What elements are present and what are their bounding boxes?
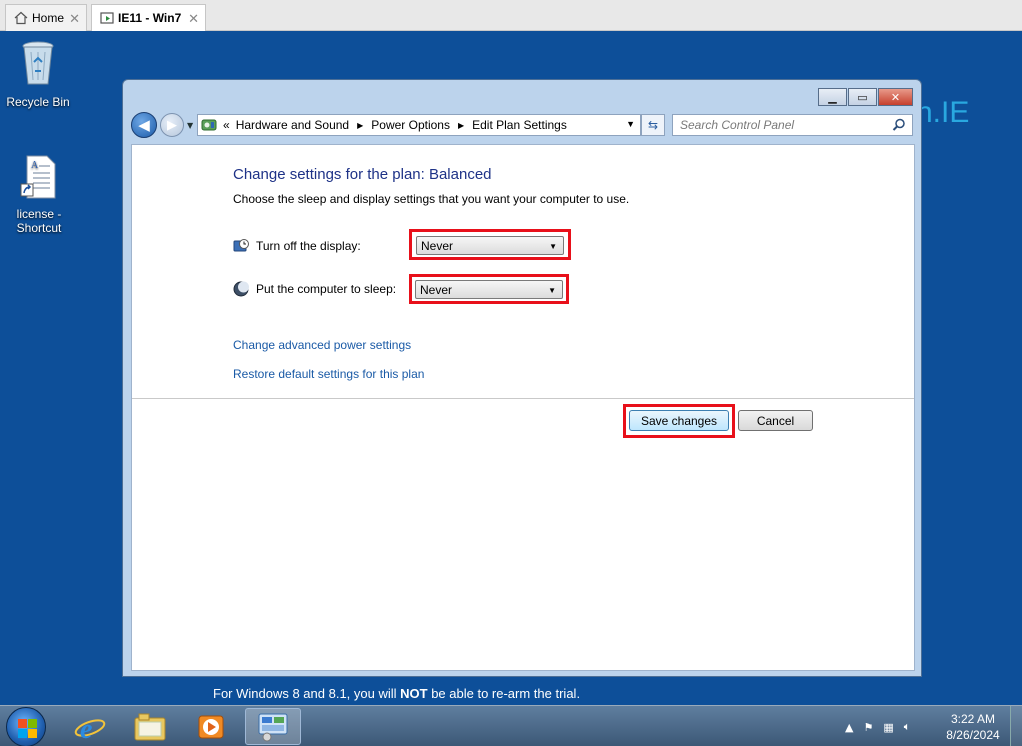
page-description: Choose the sleep and display settings th… bbox=[233, 192, 630, 206]
host-tab-home-label: Home bbox=[32, 11, 65, 25]
home-icon bbox=[14, 11, 28, 25]
display-timeout-select[interactable]: Never ▼ bbox=[416, 236, 564, 255]
restore-defaults-link[interactable]: Restore default settings for this plan bbox=[233, 367, 424, 381]
internet-explorer-icon: e bbox=[74, 714, 106, 743]
breadcrumb-power-options[interactable]: Power Options bbox=[371, 118, 450, 132]
show-desktop-button[interactable] bbox=[1010, 706, 1022, 746]
svg-text:A: A bbox=[31, 160, 39, 171]
arrow-right-icon: ▶ bbox=[167, 117, 177, 133]
sleep-setting-row: Put the computer to sleep: bbox=[233, 281, 396, 297]
search-icon[interactable] bbox=[892, 118, 906, 132]
host-tab-vm[interactable]: IE11 - Win7 ✕ bbox=[91, 4, 206, 31]
trial-notice: For Windows 8 and 8.1, you will NOT be a… bbox=[213, 686, 580, 701]
control-panel-icon bbox=[258, 713, 288, 741]
refresh-icon: ⇆ bbox=[647, 118, 659, 132]
display-timeout-value: Never bbox=[421, 238, 454, 253]
taskbar: e ▲ ⚑ ▦ 🔈︎ 3:22 AM 8/26/2024 bbox=[0, 705, 1022, 746]
sleep-timeout-select[interactable]: Never ▼ bbox=[415, 280, 563, 299]
recent-pages-dropdown[interactable]: ▼ bbox=[187, 121, 193, 130]
taskbar-internet-explorer[interactable]: e bbox=[62, 708, 118, 745]
svg-text:e: e bbox=[80, 714, 92, 743]
action-center-flag-icon[interactable]: ⚑ bbox=[863, 721, 873, 734]
desktop-icon-label: Recycle Bin bbox=[6, 95, 70, 109]
back-button[interactable]: ◀ bbox=[131, 112, 157, 138]
search-box[interactable] bbox=[672, 114, 913, 136]
windows-logo-icon bbox=[18, 719, 37, 738]
show-hidden-icons-icon[interactable]: ▲ bbox=[845, 721, 853, 734]
system-tray: ▲ ⚑ ▦ 🔈︎ bbox=[845, 720, 920, 734]
control-panel-window: ▁ ▭ ✕ ◀ ▶ ▼ « Hardware and Sound ▶ Power… bbox=[122, 79, 922, 677]
refresh-button[interactable]: ⇆ bbox=[641, 114, 665, 136]
close-icon: ✕ bbox=[890, 90, 901, 104]
caption-buttons: ▁ ▭ ✕ bbox=[818, 88, 913, 106]
vm-icon bbox=[100, 12, 114, 24]
arrow-left-icon: ◀ bbox=[138, 116, 150, 134]
sleep-setting-label: Put the computer to sleep: bbox=[256, 282, 397, 296]
minimize-button[interactable]: ▁ bbox=[818, 88, 847, 106]
advanced-power-settings-link[interactable]: Change advanced power settings bbox=[233, 338, 411, 352]
taskbar-media-player[interactable] bbox=[183, 708, 239, 745]
sleep-moon-icon bbox=[233, 281, 249, 297]
start-button[interactable] bbox=[6, 707, 46, 746]
cancel-button[interactable]: Cancel bbox=[738, 410, 813, 431]
clock-time: 3:22 AM bbox=[950, 712, 996, 726]
address-bar[interactable]: « Hardware and Sound ▶ Power Options ▶ E… bbox=[197, 114, 641, 136]
network-icon[interactable]: ▦ bbox=[883, 721, 893, 734]
display-setting-row: Turn off the display: bbox=[233, 238, 361, 254]
desktop-watermark: n.IE bbox=[916, 96, 970, 129]
search-input[interactable] bbox=[673, 115, 883, 135]
clock-date: 8/26/2024 bbox=[946, 728, 1000, 742]
maximize-button[interactable]: ▭ bbox=[848, 88, 877, 106]
desktop-icon-label: license - Shortcut bbox=[16, 207, 62, 235]
trial-notice-emphasis: NOT bbox=[400, 686, 428, 701]
page-title: Change settings for the plan: Balanced bbox=[233, 166, 492, 183]
trial-notice-text: For Windows 8 and 8.1, you will bbox=[213, 686, 401, 701]
volume-muted-icon[interactable]: 🔈︎ bbox=[904, 720, 911, 734]
close-icon[interactable]: ✕ bbox=[69, 11, 80, 27]
desktop-icon-license-shortcut[interactable]: A license - Shortcut bbox=[0, 154, 78, 235]
host-tab-vm-label: IE11 - Win7 bbox=[118, 11, 182, 25]
chevron-right-icon[interactable]: ▶ bbox=[357, 121, 363, 130]
chevron-right-icon[interactable]: ▶ bbox=[458, 121, 464, 130]
trial-notice-text-end: be able to re-arm the trial. bbox=[427, 686, 581, 701]
document-shortcut-icon: A bbox=[20, 155, 56, 199]
sleep-timeout-value: Never bbox=[420, 282, 453, 297]
close-button[interactable]: ✕ bbox=[878, 88, 913, 106]
folder-icon bbox=[134, 713, 166, 740]
maximize-icon: ▭ bbox=[857, 90, 868, 104]
chevron-down-icon: ▼ bbox=[548, 286, 556, 295]
content-pane: Change settings for the plan: Balanced C… bbox=[131, 144, 915, 671]
display-timeout-icon bbox=[233, 239, 249, 252]
minimize-icon: ▁ bbox=[828, 90, 837, 104]
display-setting-label: Turn off the display: bbox=[256, 239, 361, 253]
divider bbox=[132, 398, 914, 399]
host-tab-bar: Home ✕ IE11 - Win7 ✕ bbox=[0, 0, 1022, 31]
breadcrumb-edit-plan-settings[interactable]: Edit Plan Settings bbox=[472, 118, 567, 132]
breadcrumb-hardware-and-sound[interactable]: Hardware and Sound bbox=[236, 118, 349, 132]
save-changes-button[interactable]: Save changes bbox=[629, 410, 729, 431]
chevron-down-icon[interactable]: ▼ bbox=[626, 119, 635, 129]
close-icon[interactable]: ✕ bbox=[188, 11, 199, 27]
taskbar-control-panel[interactable] bbox=[245, 708, 301, 745]
media-player-icon bbox=[198, 715, 224, 738]
taskbar-file-explorer[interactable] bbox=[122, 708, 178, 745]
breadcrumb-overflow-icon[interactable]: « bbox=[223, 118, 230, 132]
desktop-icon-recycle-bin[interactable]: Recycle Bin bbox=[0, 38, 76, 109]
navigation-bar: ◀ ▶ ▼ « Hardware and Sound ▶ Power Optio… bbox=[131, 111, 913, 139]
control-panel-icon bbox=[201, 119, 217, 131]
host-tab-home[interactable]: Home ✕ bbox=[5, 4, 87, 31]
forward-button[interactable]: ▶ bbox=[160, 113, 184, 137]
clock[interactable]: 3:22 AM 8/26/2024 bbox=[940, 711, 1006, 743]
recycle-bin-icon bbox=[22, 41, 54, 85]
chevron-down-icon: ▼ bbox=[549, 242, 557, 251]
